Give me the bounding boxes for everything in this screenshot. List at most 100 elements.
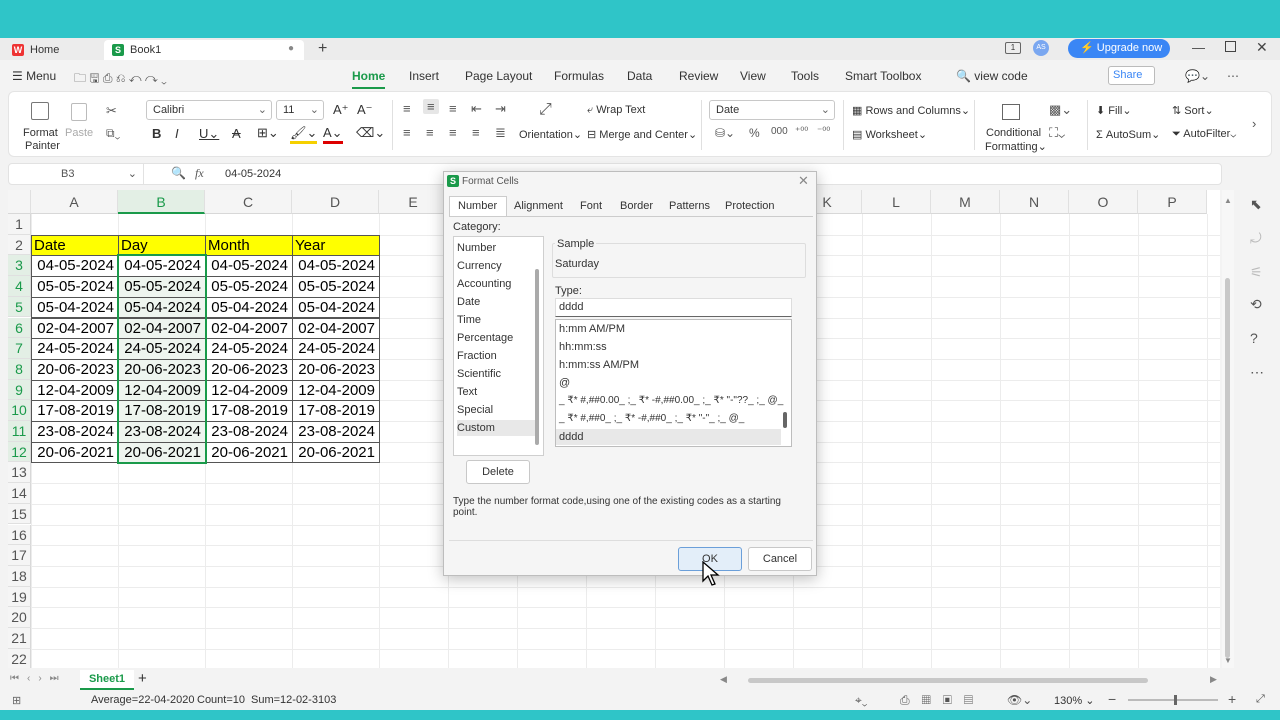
menu-item-insert[interactable]: Insert [409,69,439,83]
table-cell[interactable]: 20-06-2023 [205,358,293,381]
type-input[interactable]: dddd [555,298,792,317]
column-header-l[interactable]: L [862,190,931,214]
type-list-item[interactable]: _ ₹* #,##0_ ;_ ₹* -#,##0_ ;_ ₹* "-"_ ;_ … [559,411,744,427]
row-header-14[interactable]: 14 [8,483,31,504]
fill-color-icon[interactable]: 🖌⌄ [290,125,318,144]
table-header-cell[interactable]: Month [205,234,293,257]
avatar[interactable]: AS [1033,40,1049,56]
menu-item-review[interactable]: Review [679,69,718,83]
type-list-item[interactable]: @ [559,375,570,391]
indent-decrease-icon[interactable]: ⇤ [471,101,482,117]
clear-format-icon[interactable]: ⌫⌄ [356,125,385,141]
underline-icon[interactable]: U⌄ [199,126,219,142]
table-cell[interactable]: 23-08-2024 [31,421,119,443]
type-list-item[interactable]: hh:mm:ss [559,339,607,355]
row-header-3[interactable]: 3 [8,255,31,277]
chevron-right-icon[interactable]: › [1252,116,1256,131]
thousands-icon[interactable]: 000 [771,126,788,137]
fill-button[interactable]: ⬇ Fill⌄ [1096,104,1132,117]
vertical-scrollbar[interactable]: ▲ ▼ [1222,190,1234,668]
table-cell[interactable]: 12-04-2009 [292,379,380,402]
sheet-nav-icons[interactable]: ⏮‹›⏭ [10,673,67,684]
search-box[interactable]: 🔍 view code [956,69,1028,83]
scroll-right-icon[interactable]: ▶ [1210,674,1217,685]
align-bottom-icon[interactable]: ≡ [449,101,457,116]
number-format-select[interactable]: Date ⌄ [709,100,835,120]
rows-columns-button[interactable]: ▦ Rows and Columns⌄ [852,104,970,117]
column-header-c[interactable]: C [205,190,292,214]
borders-icon[interactable]: ⊞⌄ [257,125,279,141]
strikethrough-icon[interactable]: A [232,126,241,141]
autofilter-button[interactable]: ⏷ AutoFilter⌄ [1172,128,1236,141]
row-header-18[interactable]: 18 [8,565,31,587]
close-icon[interactable]: ✕ [1256,39,1268,56]
menu-item-page-layout[interactable]: Page Layout [465,69,532,83]
table-cell[interactable]: 02-04-2007 [31,317,119,340]
font-size-select[interactable]: 11 ⌄ [276,100,324,120]
increase-font-icon[interactable]: A⁺ [333,102,349,118]
row-header-12[interactable]: 12 [8,441,31,463]
table-cell[interactable]: 05-05-2024 [292,276,380,298]
decrease-decimal-icon[interactable]: ⁻⁰⁰ [817,126,830,137]
row-header-4[interactable]: 4 [8,276,31,297]
row-header-5[interactable]: 5 [8,296,31,318]
menu-item-formulas[interactable]: Formulas [554,69,604,83]
sheet-tab-sheet1[interactable]: Sheet1 [80,670,134,690]
align-middle-icon[interactable]: ≡ [423,99,439,114]
table-cell[interactable]: 20-06-2021 [205,441,293,464]
locate-icon[interactable]: ⌖⌄ [855,693,867,708]
row-header-9[interactable]: 9 [8,379,31,401]
percent-icon[interactable]: % [749,126,760,140]
row-header-1[interactable]: 1 [8,214,31,235]
category-custom[interactable]: Custom [457,420,537,436]
category-list[interactable]: Number Currency Accounting Date Time Per… [453,236,544,456]
more-icon[interactable]: ⋯ [1227,69,1239,83]
zoom-slider[interactable] [1128,695,1218,705]
scroll-up-icon[interactable]: ▲ [1224,196,1232,205]
conditional-label-2[interactable]: Formatting⌄ [985,140,1047,153]
conditional-label[interactable]: Conditional [986,127,1041,139]
menu-button[interactable]: ☰ Menu [12,69,56,83]
table-cell[interactable]: 24-05-2024 [31,338,119,360]
row-header-22[interactable]: 22 [8,648,31,668]
autosum-button[interactable]: Σ AutoSum⌄ [1096,128,1160,141]
delete-button[interactable]: Delete [466,460,530,484]
row-header-7[interactable]: 7 [8,338,31,359]
orientation-icon[interactable]: ⤢ [539,101,552,119]
quick-access-icons[interactable]: 🗀 🖫 ⎙ ⎌ ↶ ↷ ⌄ [74,69,167,90]
row-header-15[interactable]: 15 [8,503,31,525]
column-header-m[interactable]: M [931,190,1000,214]
type-list-scrollbar[interactable] [783,412,787,428]
table-cell[interactable]: 17-08-2019 [292,400,380,422]
align-left-icon[interactable]: ≡ [403,125,411,140]
italic-icon[interactable]: I [175,126,179,141]
comment-icon[interactable]: 💬⌄ [1185,69,1210,83]
table-cell[interactable]: 23-08-2024 [205,421,293,443]
category-currency[interactable]: Currency [457,258,537,274]
table-cell[interactable]: 04-05-2024 [205,255,293,278]
category-number[interactable]: Number [457,240,537,256]
freeze-icon[interactable]: ⛶⌄ [1049,125,1065,141]
table-cell[interactable]: 05-05-2024 [31,276,119,298]
tab-patterns[interactable]: Patterns [669,200,710,212]
table-cell[interactable]: 02-04-2007 [292,317,380,340]
tab-number[interactable]: Number [458,200,497,212]
column-header-n[interactable]: N [1000,190,1069,214]
table-cell[interactable]: 24-05-2024 [205,338,293,360]
cell-style-icon[interactable]: ▩⌄ [1049,102,1072,118]
table-cell[interactable]: 24-05-2024 [292,338,380,360]
formula-input[interactable]: 04-05-2024 [225,168,281,180]
zoom-formula-icon[interactable]: 🔍 [171,166,186,180]
row-header-20[interactable]: 20 [8,607,31,628]
category-text[interactable]: Text [457,384,537,400]
category-date[interactable]: Date [457,294,537,310]
format-painter-label[interactable]: Format [23,127,58,139]
eye-icon[interactable]: 👁⌄ [1007,693,1032,707]
category-scrollbar[interactable] [535,269,539,445]
tab-alignment[interactable]: Alignment [514,200,563,212]
paste-icon[interactable] [71,103,87,121]
table-cell[interactable]: 12-04-2009 [205,379,293,402]
restore-icon[interactable] [1225,41,1236,52]
column-header-e[interactable]: E [379,190,448,214]
row-header-11[interactable]: 11 [8,421,31,442]
